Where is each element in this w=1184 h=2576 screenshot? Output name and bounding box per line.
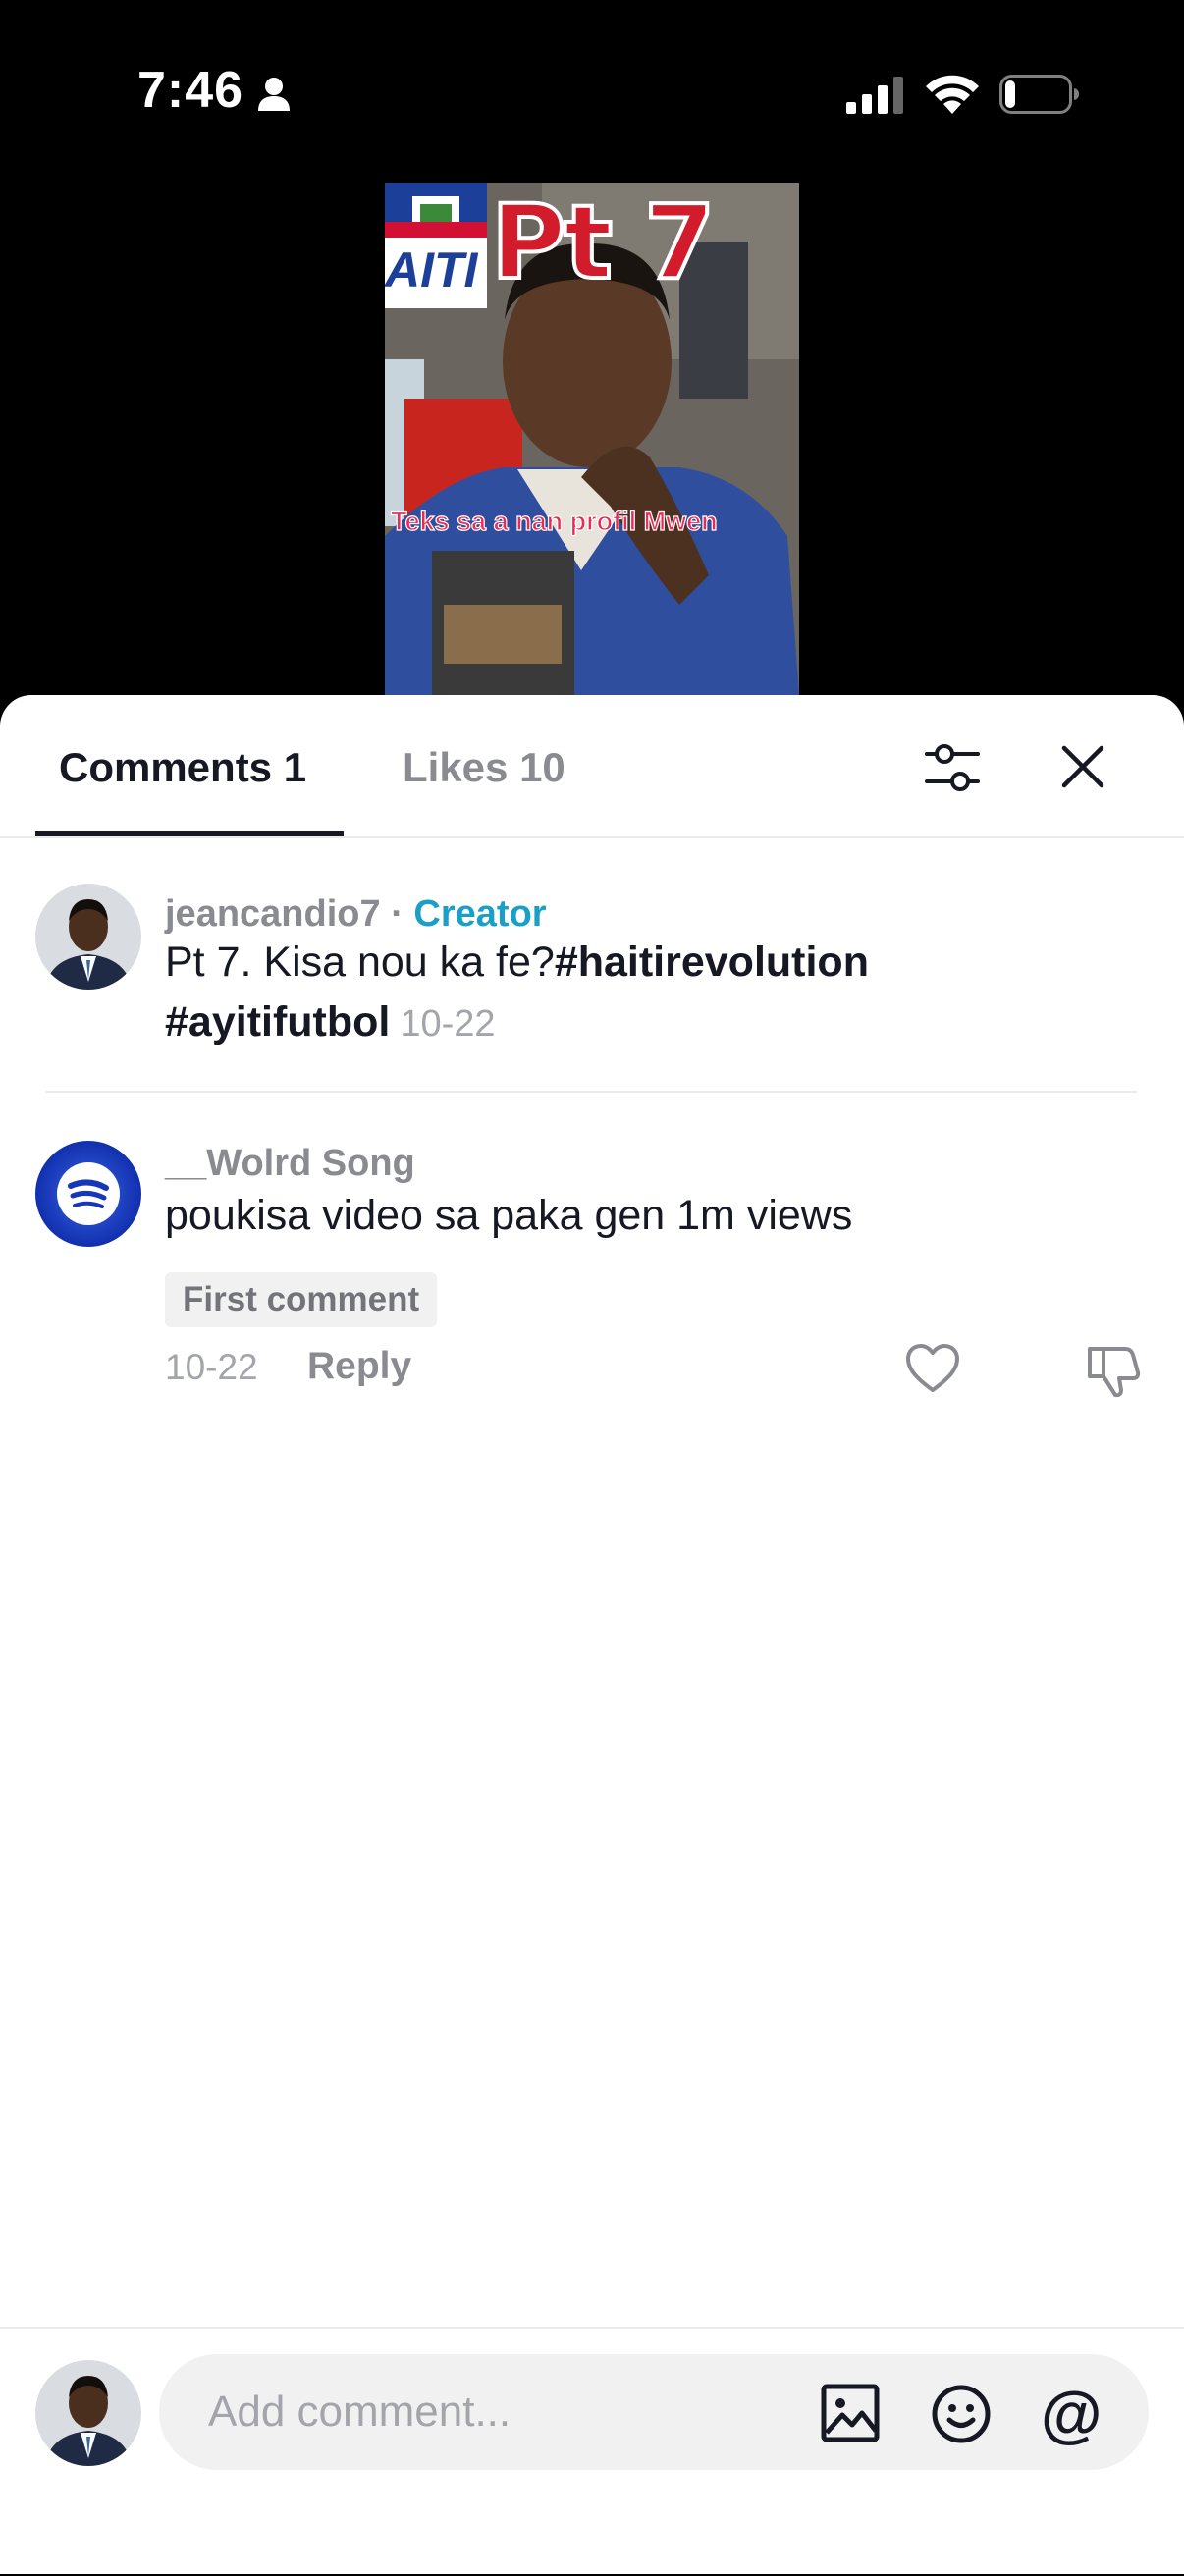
wifi-icon (926, 75, 979, 114)
image-icon[interactable] (821, 2384, 880, 2442)
person-icon (258, 78, 290, 111)
comment-username[interactable]: __Wolrd Song (165, 1143, 415, 1185)
hashtag-link[interactable]: #haitirevolution (555, 939, 869, 986)
comment-date: 10-22 (400, 1003, 496, 1045)
cellular-signal-icon (846, 77, 903, 114)
close-icon[interactable] (1058, 742, 1107, 791)
emoji-icon[interactable] (931, 2384, 992, 2444)
comment-text: Pt 7. Kisa nou ka fe?#haitirevolution #a… (165, 933, 1147, 1054)
comment-composer: Add comment... @ (0, 2327, 1184, 2576)
avatar[interactable] (35, 884, 141, 990)
video-preview[interactable]: AITI Pt 7 Teks sa a nan profil Mwen (385, 183, 799, 695)
avatar[interactable] (35, 2360, 141, 2466)
comment-input-placeholder[interactable]: Add comment... (208, 2388, 511, 2437)
sheet-tabs: Comments 1 Likes 10 (0, 695, 1184, 838)
creator-badge: Creator (413, 893, 547, 935)
status-bar: 7:46 (0, 0, 1184, 187)
comment-text: poukisa video sa paka gen 1m views (165, 1192, 853, 1239)
comment-username[interactable]: jeancandio7 · Creator (165, 893, 547, 936)
battery-icon (999, 75, 1079, 114)
divider (45, 1091, 1137, 1093)
reply-button[interactable]: Reply (307, 1345, 411, 1388)
tab-likes[interactable]: Likes 10 (403, 744, 565, 791)
comment-body: Pt 7. Kisa nou ka fe? (165, 939, 555, 986)
username-text[interactable]: jeancandio7 (165, 893, 381, 935)
status-time: 7:46 (137, 62, 244, 119)
tab-active-indicator (35, 831, 344, 836)
avatar[interactable] (35, 1141, 141, 1247)
heart-icon[interactable] (905, 1343, 960, 1394)
first-comment-badge: First comment (165, 1272, 438, 1327)
mention-icon[interactable]: @ (1041, 2378, 1102, 2450)
flag-sticker-text: AITI (385, 242, 478, 297)
comments-sheet: Comments 1 Likes 10 jeancandio7 · Creato… (0, 695, 1184, 2574)
video-caption: Teks sa a nan profil Mwen (390, 506, 718, 536)
video-overlay-title: Pt 7 (489, 183, 718, 304)
comment-input[interactable]: Add comment... @ (159, 2354, 1149, 2470)
comment-date: 10-22 (165, 1347, 258, 1387)
flag-sticker: AITI (385, 183, 487, 308)
thumbs-down-icon[interactable] (1086, 1343, 1141, 1398)
hashtag-link[interactable]: #ayitifutbol (165, 998, 390, 1046)
username-separator: · (380, 893, 414, 935)
tab-comments[interactable]: Comments 1 (59, 744, 306, 791)
filter-icon[interactable] (923, 738, 982, 797)
